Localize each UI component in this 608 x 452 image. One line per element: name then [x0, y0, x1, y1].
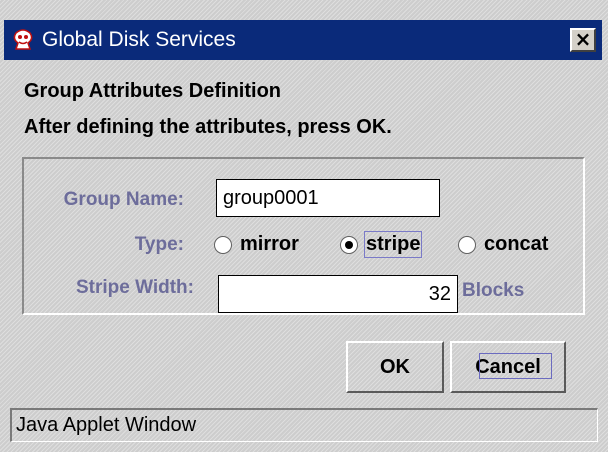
- radio-label-mirror: mirror: [240, 233, 299, 255]
- type-label: Type:: [134, 234, 184, 255]
- stripe-width-unit: Blocks: [462, 280, 525, 301]
- status-text: Java Applet Window: [16, 414, 197, 436]
- radio-button-mirror[interactable]: [214, 236, 232, 254]
- dialog-instruction: After defining the attributes, press OK.: [24, 116, 392, 138]
- close-icon: ×: [574, 27, 592, 51]
- title-bar[interactable]: Global Disk Services ×: [4, 20, 602, 60]
- stripe-width-value: 32: [428, 283, 451, 305]
- radio-button-stripe[interactable]: [340, 236, 358, 254]
- group-name-input[interactable]: group0001: [216, 179, 440, 217]
- ok-button-label: OK: [380, 356, 410, 378]
- dialog-heading: Group Attributes Definition: [24, 80, 282, 102]
- group-name-value: group0001: [223, 187, 319, 209]
- ok-button[interactable]: OK: [346, 341, 444, 393]
- dialog-window: Global Disk Services × Group Attributes …: [0, 0, 608, 452]
- close-button[interactable]: ×: [570, 28, 596, 52]
- radio-selected-dot: [345, 241, 353, 249]
- radio-label-concat: concat: [484, 233, 549, 255]
- focus-ring: [479, 353, 552, 379]
- stripe-width-input[interactable]: 32: [218, 275, 458, 313]
- group-name-label: Group Name:: [63, 189, 184, 210]
- radio-button-concat[interactable]: [458, 236, 476, 254]
- attributes-panel: Group Name: group0001 Type: mirror strip…: [22, 157, 585, 315]
- status-bar: Java Applet Window: [10, 408, 598, 442]
- stripe-width-label: Stripe Width:: [75, 277, 194, 298]
- radio-label-stripe: stripe: [363, 231, 423, 258]
- java-applet-icon: [10, 27, 36, 53]
- cancel-button[interactable]: Cancel: [450, 341, 566, 393]
- window-title: Global Disk Services: [42, 28, 236, 51]
